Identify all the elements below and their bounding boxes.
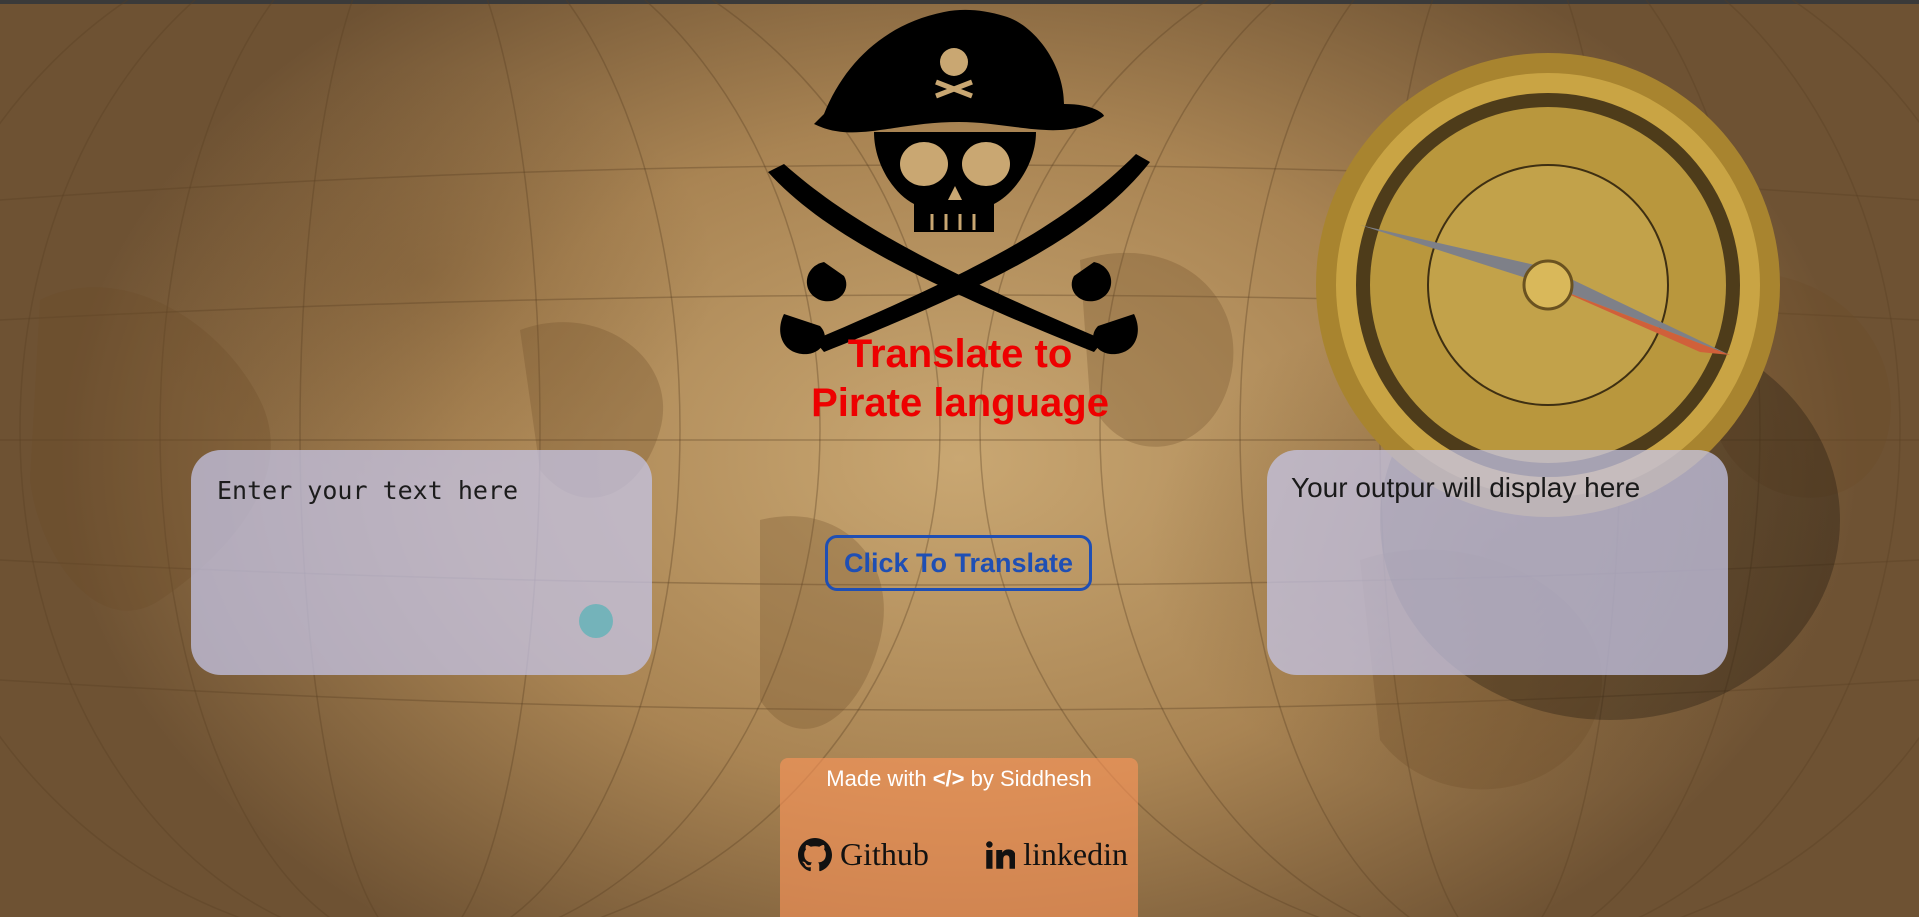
input-panel [191,450,652,675]
page-title: Translate to Pirate language [760,330,1160,428]
footer-credit: Made with </> by Siddhesh [780,766,1138,792]
github-link[interactable]: Github [798,836,929,873]
footer-links: Github linkedin [798,836,1128,873]
output-panel: Your outpur will display here [1267,450,1728,675]
linkedin-label: linkedin [1023,836,1128,872]
footer-made-suffix: by Siddhesh [970,766,1092,791]
github-icon [798,837,832,871]
output-text: Your outpur will display here [1291,472,1641,503]
text-input[interactable] [215,474,629,648]
grammarly-icon[interactable] [579,604,613,638]
footer: Made with </> by Siddhesh Github linkedi… [780,758,1138,917]
translate-button[interactable]: Click To Translate [825,535,1092,591]
code-symbol: </> [932,766,965,791]
title-line-1: Translate to [847,332,1073,376]
footer-made-prefix: Made with [826,766,927,791]
linkedin-link[interactable]: linkedin [985,836,1128,873]
pirate-skull-logo [768,9,1150,355]
linkedin-icon [986,840,1016,869]
title-line-2: Pirate language [811,381,1109,425]
github-label: Github [840,836,929,872]
